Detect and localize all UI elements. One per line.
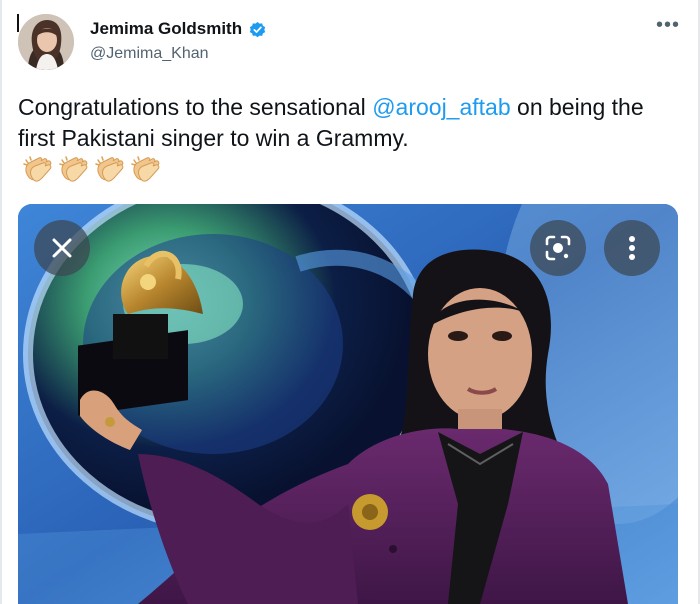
- tweet-text: Congratulations to the sensational @aroo…: [18, 92, 678, 154]
- crop-mark: [17, 14, 19, 32]
- google-lens-icon: [545, 235, 571, 261]
- close-icon: [52, 238, 72, 258]
- avatar[interactable]: [18, 14, 74, 70]
- author-name[interactable]: Jemima Goldsmith: [90, 19, 242, 39]
- close-button[interactable]: [34, 220, 90, 276]
- clapping-hands-icon: [58, 152, 92, 186]
- google-lens-button[interactable]: [530, 220, 586, 276]
- clapping-hands-icon: [130, 152, 164, 186]
- clapping-hands-icon: [94, 152, 128, 186]
- mention-link[interactable]: @arooj_aftab: [372, 94, 510, 120]
- verified-badge-icon: [248, 20, 267, 39]
- tweet-text-start: Congratulations to the sensational: [18, 94, 373, 120]
- more-vertical-icon: [629, 236, 635, 260]
- more-options-button[interactable]: [604, 220, 660, 276]
- emoji-row: [22, 152, 164, 186]
- clapping-hands-icon: [22, 152, 56, 186]
- left-border: [0, 0, 2, 604]
- more-horizontal-icon[interactable]: •••: [656, 14, 680, 37]
- author-handle[interactable]: @Jemima_Khan: [90, 45, 209, 63]
